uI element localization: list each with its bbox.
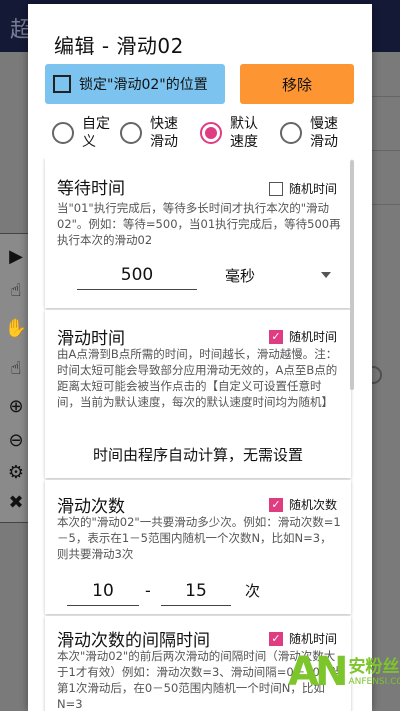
radio-default[interactable]: 默认速度 (200, 112, 264, 154)
slide-interval-random-toggle[interactable]: 随机时间 (268, 630, 337, 647)
tap-hand-icon[interactable]: ☝ (4, 278, 28, 302)
radio-fast[interactable]: 快速滑动 (120, 112, 184, 154)
watermark-cn-text: 安粉丝 (348, 656, 400, 677)
slide-count-card: 滑动次数 随机次数 本次的"滑动02"一共要滑动多少次。例如：滑动次数=1－5，… (45, 480, 351, 614)
gear-icon[interactable]: ⚙ (4, 460, 28, 484)
radio-custom-label: 自定义 (82, 116, 110, 150)
remove-button[interactable]: 移除 (240, 64, 354, 104)
slide-count-random-label: 随机次数 (288, 498, 337, 512)
slide-count-unit: 次 (245, 582, 261, 600)
radio-custom-indicator[interactable] (52, 122, 74, 144)
minus-icon[interactable]: ⊖ (4, 428, 28, 452)
slide-time-random-checkbox[interactable] (268, 329, 283, 344)
wait-unit-select[interactable]: 毫秒 (225, 265, 255, 286)
settings-scroll-area[interactable]: 等待时间 随机时间 当"01"执行完成后，等待多长时间才执行本次的"滑动02"。… (28, 158, 372, 711)
watermark-logo: AN (288, 649, 348, 695)
wait-time-card: 等待时间 随机时间 当"01"执行完成后，等待多长时间才执行本次的"滑动02"。… (45, 158, 351, 308)
dialog-title: 编辑 - 滑动02 (54, 34, 184, 58)
wait-random-toggle[interactable]: 随机时间 (268, 180, 337, 197)
speed-radio-group: 自定义 快速滑动 默认速度 慢速滑动 (28, 112, 372, 154)
slide-time-card: 滑动时间 随机时间 由A点滑到B点所需的时间，时间越长，滑动越慢。注：时间太短可… (45, 310, 351, 478)
slide-count-max-input[interactable]: 15 (161, 578, 231, 606)
edit-dialog: 编辑 - 滑动02 锁定"滑动02"的位置 移除 自定义 快速滑动 默认速度 慢… (28, 4, 372, 711)
radio-slow-label: 慢速滑动 (310, 116, 338, 150)
slide-interval-random-label: 随机时间 (288, 632, 337, 646)
close-icon[interactable]: ✖ (4, 490, 28, 514)
wait-random-label: 随机时间 (288, 182, 337, 196)
slide-count-description: 本次的"滑动02"一共要滑动多少次。例如：滑动次数=1－5，表示在1－5范围内随… (57, 515, 341, 561)
multi-tap-icon[interactable]: ☝ (4, 356, 28, 380)
slide-count-min-input[interactable]: 10 (67, 578, 139, 606)
lock-checkbox[interactable] (53, 75, 71, 93)
slide-time-description: 由A点滑到B点所需的时间，时间越长，滑动越慢。注：时间太短可能会导致部分应用滑动… (57, 347, 338, 409)
swipe-hand-icon[interactable]: ✋ (4, 316, 28, 340)
slide-time-random-toggle[interactable]: 随机时间 (268, 328, 337, 345)
add-icon[interactable]: ⊕ (4, 394, 28, 418)
slide-interval-random-checkbox[interactable] (268, 631, 283, 646)
lock-position-button[interactable]: 锁定"滑动02"的位置 (45, 64, 225, 104)
wait-random-checkbox[interactable] (268, 181, 283, 196)
radio-custom[interactable]: 自定义 (52, 112, 116, 154)
watermark-en-text: ANFENSI.COM (348, 676, 400, 687)
radio-default-indicator[interactable] (200, 122, 222, 144)
wait-time-description: 当"01"执行完成后，等待多长时间才执行本次的"滑动02"。例如：等待=500，… (57, 201, 341, 247)
radio-fast-label: 快速滑动 (150, 116, 178, 150)
radio-fast-indicator[interactable] (120, 122, 142, 144)
play-icon[interactable]: ▶ (4, 244, 28, 268)
wait-time-input[interactable]: 500 (77, 262, 197, 290)
radio-slow[interactable]: 慢速滑动 (280, 112, 344, 154)
slide-count-random-checkbox[interactable] (268, 497, 283, 512)
watermark: AN 安粉丝 ANFENSI.COM (288, 652, 400, 692)
lock-position-label: 锁定"滑动02"的位置 (79, 77, 208, 93)
wait-time-title: 等待时间 (57, 179, 125, 199)
slide-count-random-toggle[interactable]: 随机次数 (268, 496, 337, 513)
radio-default-label: 默认速度 (230, 116, 258, 150)
slide-time-random-label: 随机时间 (288, 330, 337, 344)
range-dash: - (145, 581, 151, 600)
radio-slow-indicator[interactable] (280, 122, 302, 144)
chevron-down-icon[interactable] (321, 272, 331, 278)
slide-time-auto-note: 时间由程序自动计算，无需设置 (92, 446, 303, 464)
scrollbar[interactable] (350, 160, 354, 390)
